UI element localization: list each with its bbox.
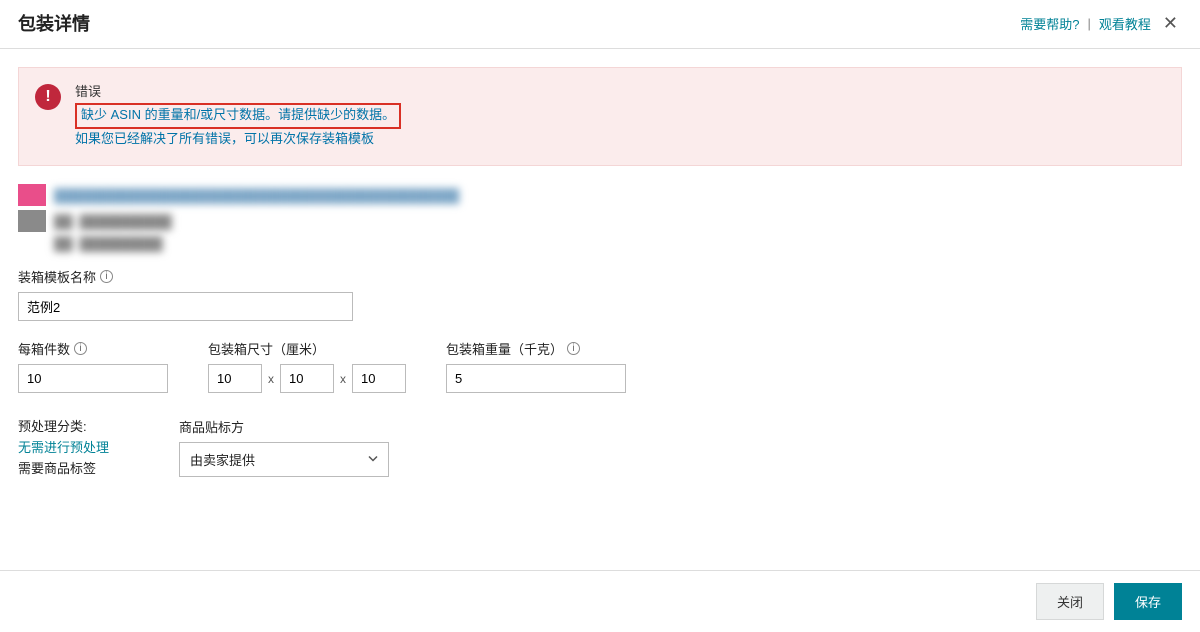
info-icon[interactable]: i bbox=[74, 342, 87, 355]
error-detail-link[interactable]: 缺少 ASIN 的重量和/或尺寸数据。请提供缺少的数据。 bbox=[81, 107, 395, 122]
tutorial-link[interactable]: 观看教程 bbox=[1099, 14, 1151, 33]
header-actions: 需要帮助? | 观看教程 ✕ bbox=[1020, 13, 1182, 34]
labeling-select[interactable]: 由卖家提供 bbox=[179, 442, 389, 477]
dimensions-label: 包装箱尺寸（厘米） bbox=[208, 339, 406, 358]
box-fields-row: 每箱件数 i 包装箱尺寸（厘米） x x 包装箱重量（千克） i bbox=[18, 339, 1182, 393]
info-icon[interactable]: i bbox=[567, 342, 580, 355]
product-swatch-secondary bbox=[18, 210, 46, 232]
dim-length-input[interactable] bbox=[208, 364, 262, 393]
prep-labeling-row: 预处理分类: 无需进行预处理 需要商品标签 商品贴标方 由卖家提供 bbox=[18, 417, 1182, 479]
box-weight-group: 包装箱重量（千克） i bbox=[446, 339, 626, 393]
units-label: 每箱件数 i bbox=[18, 339, 168, 358]
page-title: 包装详情 bbox=[18, 10, 90, 36]
product-summary: ████████████████████████████████████████… bbox=[18, 184, 1182, 251]
units-input[interactable] bbox=[18, 364, 168, 393]
error-icon: ! bbox=[35, 84, 61, 110]
divider: | bbox=[1088, 16, 1091, 31]
units-per-box-group: 每箱件数 i bbox=[18, 339, 168, 393]
prep-category-label: 预处理分类: bbox=[18, 417, 109, 438]
labeling-label: 商品贴标方 bbox=[179, 417, 389, 436]
prep-label-needed: 需要商品标签 bbox=[18, 459, 109, 480]
weight-label-text: 包装箱重量（千克） bbox=[446, 339, 563, 358]
save-button[interactable]: 保存 bbox=[1114, 583, 1182, 620]
help-link[interactable]: 需要帮助? bbox=[1020, 14, 1079, 33]
dimensions-inputs: x x bbox=[208, 364, 406, 393]
dim-sep: x bbox=[268, 372, 274, 386]
box-dimensions-group: 包装箱尺寸（厘米） x x bbox=[208, 339, 406, 393]
modal-content: ! 错误 缺少 ASIN 的重量和/或尺寸数据。请提供缺少的数据。 如果您已经解… bbox=[0, 49, 1200, 510]
info-icon[interactable]: i bbox=[100, 270, 113, 283]
error-highlight: 缺少 ASIN 的重量和/或尺寸数据。请提供缺少的数据。 bbox=[75, 103, 401, 129]
weight-label: 包装箱重量（千克） i bbox=[446, 339, 626, 358]
prep-info: 预处理分类: 无需进行预处理 需要商品标签 bbox=[18, 417, 109, 479]
labeling-selected: 由卖家提供 bbox=[190, 450, 255, 469]
product-title-redacted: ████████████████████████████████████████… bbox=[54, 188, 459, 203]
template-name-group: 装箱模板名称 i bbox=[18, 267, 1182, 321]
product-meta-redacted: ██: ██████████ bbox=[54, 214, 172, 229]
product-swatch bbox=[18, 184, 46, 206]
close-icon[interactable]: ✕ bbox=[1159, 13, 1182, 34]
prep-category-value[interactable]: 无需进行预处理 bbox=[18, 438, 109, 459]
product-meta2-redacted: ██: █████████ bbox=[54, 236, 163, 251]
modal-header: 包装详情 需要帮助? | 观看教程 ✕ bbox=[0, 0, 1200, 49]
labeling-group: 商品贴标方 由卖家提供 bbox=[179, 417, 389, 479]
units-label-text: 每箱件数 bbox=[18, 339, 70, 358]
template-name-input[interactable] bbox=[18, 292, 353, 321]
weight-input[interactable] bbox=[446, 364, 626, 393]
dim-height-input[interactable] bbox=[352, 364, 406, 393]
alert-body: 错误 缺少 ASIN 的重量和/或尺寸数据。请提供缺少的数据。 如果您已经解决了… bbox=[75, 82, 401, 149]
modal-footer: 关闭 保存 bbox=[0, 570, 1200, 632]
template-name-label: 装箱模板名称 i bbox=[18, 267, 1182, 286]
dim-sep: x bbox=[340, 372, 346, 386]
alert-resolved-hint[interactable]: 如果您已经解决了所有错误，可以再次保存装箱模板 bbox=[75, 129, 401, 150]
error-alert: ! 错误 缺少 ASIN 的重量和/或尺寸数据。请提供缺少的数据。 如果您已经解… bbox=[18, 67, 1182, 166]
close-button[interactable]: 关闭 bbox=[1036, 583, 1104, 620]
template-name-label-text: 装箱模板名称 bbox=[18, 267, 96, 286]
dim-width-input[interactable] bbox=[280, 364, 334, 393]
alert-title: 错误 bbox=[75, 82, 401, 103]
labeling-select-wrap: 由卖家提供 bbox=[179, 442, 389, 477]
